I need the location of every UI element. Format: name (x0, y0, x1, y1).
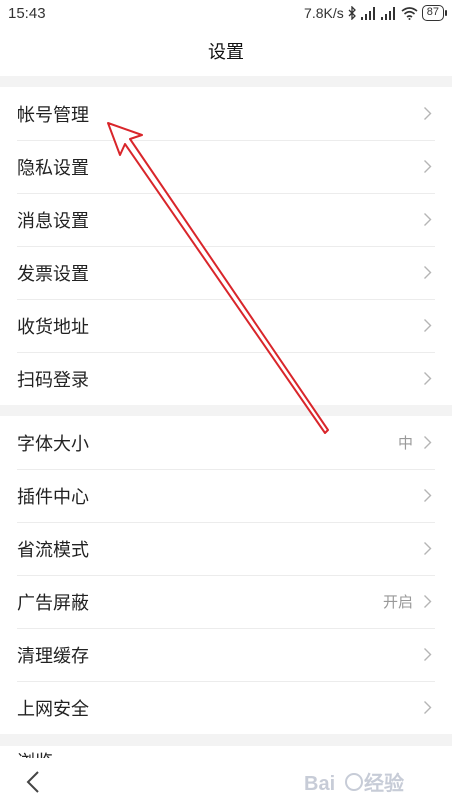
chevron-right-icon (424, 213, 432, 226)
row-font-size[interactable]: 字体大小 中 (0, 416, 452, 469)
baidu-watermark-logo: Bai 经验 (304, 771, 404, 795)
row-ad-block[interactable]: 广告屏蔽 开启 (0, 575, 452, 628)
row-label: 省流模式 (17, 539, 89, 561)
chevron-right-icon (424, 372, 432, 385)
chevron-right-icon (424, 319, 432, 332)
section-divider (0, 76, 452, 87)
row-plugin-center[interactable]: 插件中心 (0, 469, 452, 522)
chevron-right-icon (424, 489, 432, 502)
section-divider (0, 734, 452, 746)
row-invoice-settings[interactable]: 发票设置 (0, 246, 452, 299)
chevron-right-icon (424, 107, 432, 120)
status-bar: 15:43 7.8K/s 87 (0, 0, 452, 30)
row-label-partial: 浏览 (17, 748, 53, 758)
row-label: 插件中心 (17, 486, 89, 508)
row-label: 隐私设置 (17, 157, 89, 179)
network-speed: 7.8K/s (304, 5, 344, 21)
chevron-right-icon (424, 160, 432, 173)
row-value: 中 (397, 434, 413, 452)
chevron-right-icon (424, 595, 432, 608)
chevron-right-icon (424, 436, 432, 449)
chevron-right-icon (424, 701, 432, 714)
wifi-icon (401, 6, 418, 20)
status-indicators: 7.8K/s 87 (304, 5, 448, 21)
svg-text:Bai: Bai (304, 773, 335, 795)
row-label: 帐号管理 (17, 104, 89, 126)
row-label: 字体大小 (17, 433, 89, 455)
chevron-right-icon (424, 266, 432, 279)
status-time: 15:43 (8, 5, 46, 22)
row-value: 开启 (382, 593, 413, 611)
row-label: 广告屏蔽 (17, 592, 89, 614)
row-label: 清理缓存 (17, 645, 89, 667)
chevron-right-icon (424, 542, 432, 555)
row-browsing-security[interactable]: 上网安全 (0, 681, 452, 734)
title-bar: 设置 (0, 30, 452, 76)
svg-text:经验: 经验 (364, 771, 404, 795)
row-account-management[interactable]: 帐号管理 (0, 87, 452, 140)
row-scan-login[interactable]: 扫码登录 (0, 352, 452, 405)
signal-icon-2 (380, 6, 395, 20)
page-title: 设置 (208, 42, 244, 63)
chevron-right-icon (424, 648, 432, 661)
bluetooth-icon (348, 6, 356, 20)
row-label: 发票设置 (17, 263, 89, 285)
signal-icon (360, 6, 375, 20)
row-privacy-settings[interactable]: 隐私设置 (0, 140, 452, 193)
row-clear-cache[interactable]: 清理缓存 (0, 628, 452, 681)
row-shipping-address[interactable]: 收货地址 (0, 299, 452, 352)
row-label: 收货地址 (17, 316, 89, 338)
row-label: 消息设置 (17, 210, 89, 232)
row-message-settings[interactable]: 消息设置 (0, 193, 452, 246)
row-label: 扫码登录 (17, 369, 89, 391)
section-divider (0, 405, 452, 416)
settings-group-general: 字体大小 中 插件中心 省流模式 广告屏蔽 开启 清理缓存 上网安全 (0, 416, 452, 734)
settings-group-account: 帐号管理 隐私设置 消息设置 发票设置 收货地址 扫码登录 (0, 87, 452, 405)
battery-icon: 87 (421, 5, 448, 21)
chevron-left-icon[interactable] (24, 770, 42, 794)
row-label: 上网安全 (17, 698, 89, 720)
row-data-saver[interactable]: 省流模式 (0, 522, 452, 575)
